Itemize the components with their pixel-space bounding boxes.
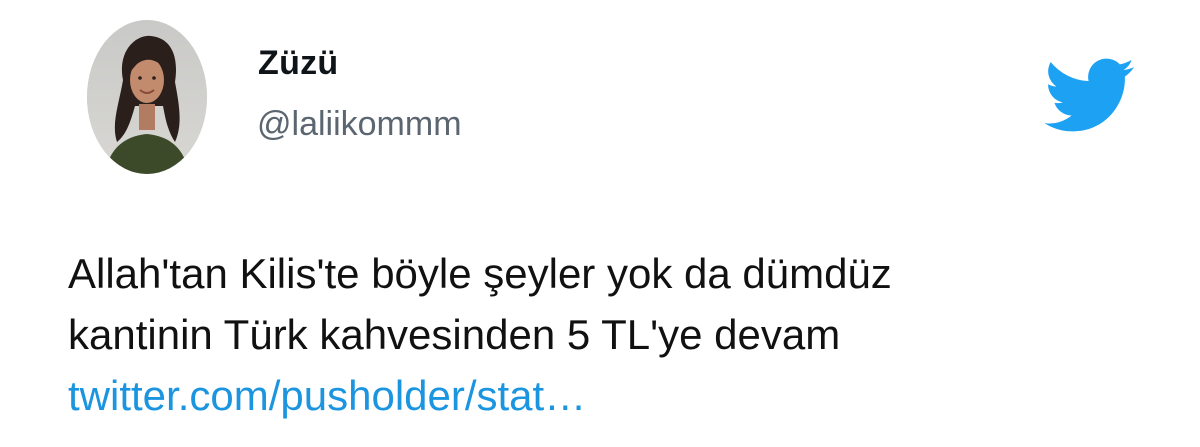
tweet-link[interactable]: twitter.com/pusholder/stat… (68, 365, 1128, 426)
twitter-logo (1044, 58, 1135, 132)
avatar[interactable] (87, 20, 207, 174)
tweet-text: Allah'tan Kilis'te böyle şeyler yok da d… (68, 243, 1128, 426)
tweet-text-line: Allah'tan Kilis'te böyle şeyler yok da d… (68, 250, 892, 297)
tweet-text-line: kantinin Türk kahvesinden 5 TL'ye devam (68, 311, 841, 358)
display-name[interactable]: Züzü (258, 44, 339, 83)
profile-photo-icon (87, 20, 207, 174)
user-handle[interactable]: @laliikommm (257, 105, 462, 144)
tweet-card: Züzü @laliikommm Allah'tan Kilis'te böyl… (0, 0, 1200, 447)
twitter-bird-icon[interactable] (1044, 58, 1136, 134)
